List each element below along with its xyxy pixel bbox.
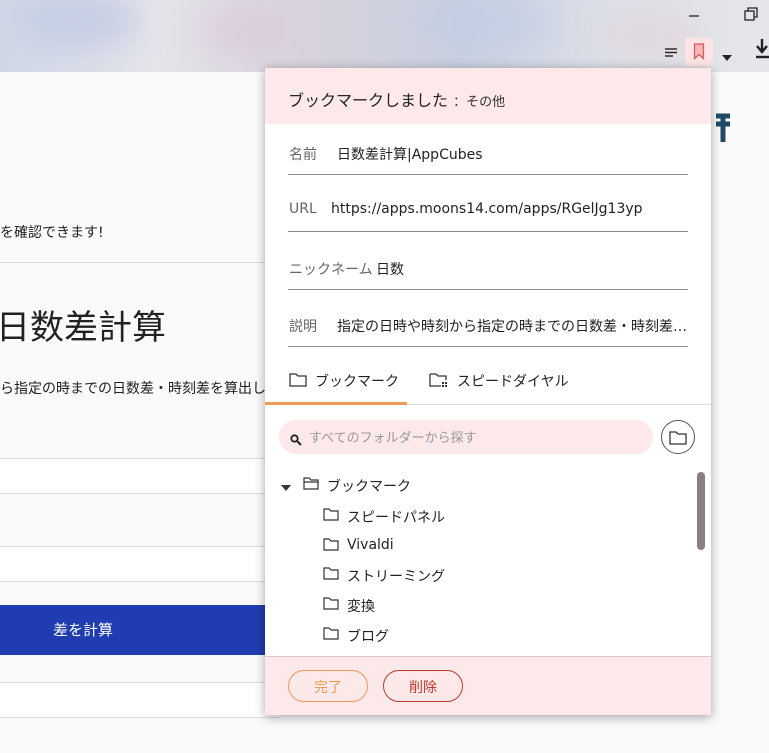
tree-item[interactable]: ブログ: [323, 623, 623, 647]
tree-item[interactable]: ストリーミング: [323, 563, 623, 587]
name-field[interactable]: 名前 日数差計算|AppCubes: [288, 124, 688, 175]
folder-open-icon: [303, 477, 319, 494]
popup-title: ブックマークしました ：その他: [288, 91, 506, 110]
tree-item[interactable]: Vivaldi: [323, 534, 623, 558]
tree-item-root[interactable]: ブックマーク: [281, 473, 581, 497]
input-field-1[interactable]: [0, 458, 280, 494]
bookmark-page-button[interactable]: [685, 38, 713, 66]
download-icon[interactable]: [756, 38, 769, 64]
divider: [0, 262, 268, 263]
new-folder-icon: [669, 431, 687, 445]
nickname-label: ニックネーム: [289, 262, 373, 278]
description-label: 説明: [289, 319, 317, 335]
description-field[interactable]: 説明 指定の日時や時刻から指定の時までの日数差・時刻差を算出します: [288, 296, 688, 347]
nickname-field[interactable]: ニックネーム 日数: [288, 239, 688, 290]
reader-view-icon[interactable]: [664, 44, 678, 63]
popup-footer: 完了 削除: [265, 656, 711, 715]
folder-icon: [323, 627, 339, 644]
confirm-text: を確認できます!: [0, 225, 104, 241]
folder-icon: [323, 508, 339, 525]
description-value[interactable]: 指定の日時や時刻から指定の時までの日数差・時刻差を算出します: [337, 316, 687, 336]
done-button[interactable]: 完了: [288, 670, 368, 702]
new-folder-button[interactable]: [661, 420, 695, 454]
tree-scrollbar[interactable]: [697, 472, 705, 550]
nickname-value[interactable]: 日数: [376, 259, 676, 279]
page-heading: 日数差計算: [0, 308, 166, 348]
folder-icon: [323, 567, 339, 584]
url-field[interactable]: URL https://apps.moons14.com/apps/RGelJg…: [288, 181, 688, 232]
speed-dial-folder-icon: [429, 372, 449, 392]
folder-icon: [323, 597, 339, 614]
bookmark-icon: [693, 43, 705, 60]
search-icon: [290, 431, 302, 450]
url-label: URL: [289, 201, 317, 217]
delete-button[interactable]: 削除: [383, 670, 463, 702]
folder-search[interactable]: [279, 420, 653, 456]
page-description: ら指定の時までの日数差・時刻差を算出し: [0, 381, 266, 397]
url-value[interactable]: https://apps.moons14.com/apps/RGelJg13yp: [331, 201, 687, 217]
popup-header: ブックマークしました ：その他: [265, 68, 711, 124]
input-field-2[interactable]: [0, 546, 280, 582]
folder-icon: [323, 538, 339, 555]
folder-icon: [289, 372, 307, 391]
name-label: 名前: [289, 147, 317, 163]
tab-speed-dial[interactable]: スピードダイヤル: [415, 358, 575, 404]
popup-tabs: ブックマーク スピードダイヤル: [265, 358, 711, 405]
tree-item[interactable]: 変換: [323, 593, 623, 617]
tree-item[interactable]: スピードパネル: [323, 504, 623, 528]
search-input[interactable]: [307, 420, 641, 456]
tab-bookmarks[interactable]: ブックマーク: [265, 358, 407, 405]
minimize-icon[interactable]: [688, 6, 700, 26]
expand-arrow-icon[interactable]: [281, 480, 291, 496]
page-logo-icon: [712, 112, 734, 152]
restore-icon[interactable]: [744, 6, 758, 26]
name-value[interactable]: 日数差計算|AppCubes: [337, 144, 687, 164]
calc-button[interactable]: 差を計算: [0, 605, 280, 655]
browser-header: [0, 0, 769, 72]
dropdown-arrow-icon[interactable]: [721, 47, 733, 66]
result-field: [0, 682, 280, 718]
bookmark-popup: ブックマークしました ：その他 名前 日数差計算|AppCubes URL ht…: [265, 68, 711, 715]
